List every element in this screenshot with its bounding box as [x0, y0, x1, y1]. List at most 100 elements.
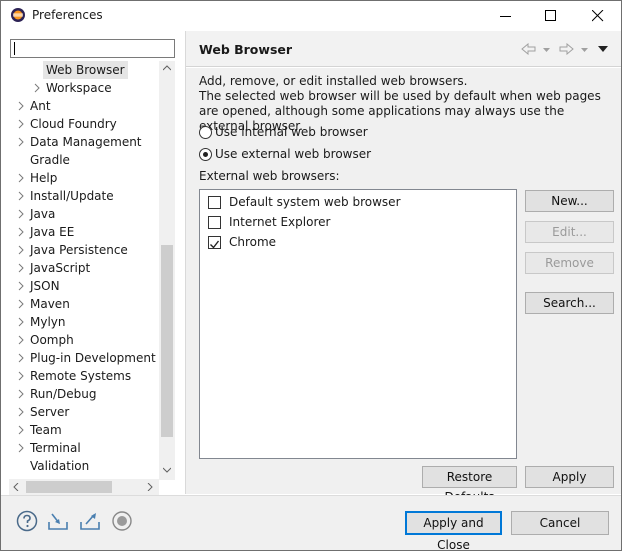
tree-item[interactable]: Team: [9, 421, 159, 439]
tree-item[interactable]: Remote Systems: [9, 367, 159, 385]
tree-item[interactable]: JavaScript: [9, 259, 159, 277]
tree-item[interactable]: Web Browser: [9, 61, 159, 79]
tree-item-label: JavaScript: [30, 261, 91, 275]
title-bar: Preferences: [1, 1, 621, 31]
export-icon[interactable]: [79, 510, 101, 532]
remove-button[interactable]: Remove: [525, 252, 614, 274]
import-icon[interactable]: [47, 510, 69, 532]
scroll-up-icon: [163, 65, 171, 71]
horizontal-scroll-thumb[interactable]: [26, 481, 112, 493]
tree-item[interactable]: Terminal: [9, 439, 159, 457]
filter-input[interactable]: [10, 39, 175, 58]
page-title: Web Browser: [199, 42, 293, 57]
radio-internal-browser[interactable]: Use internal web browser: [199, 124, 499, 140]
expand-arrow-icon[interactable]: [17, 259, 27, 277]
tree-item-label: Remote Systems: [30, 369, 132, 383]
tree-item[interactable]: Server: [9, 403, 159, 421]
tree-vertical-scrollbar[interactable]: [159, 61, 175, 480]
restore-defaults-button[interactable]: Restore Defaults: [422, 466, 517, 504]
expand-arrow-icon[interactable]: [33, 79, 43, 97]
forward-arrow-icon[interactable]: [558, 43, 574, 55]
tree-item[interactable]: Oomph: [9, 331, 159, 349]
expand-arrow-icon[interactable]: [17, 205, 27, 223]
tree-item[interactable]: Maven: [9, 295, 159, 313]
tree-item[interactable]: Gradle: [9, 151, 159, 169]
external-browsers-label: External web browsers:: [199, 169, 340, 183]
expand-arrow-icon[interactable]: [17, 313, 27, 331]
browser-checkbox[interactable]: [208, 196, 221, 209]
tree-horizontal-scrollbar[interactable]: [9, 479, 159, 495]
expand-arrow-icon[interactable]: [17, 439, 27, 457]
expand-arrow-icon[interactable]: [17, 223, 27, 241]
browser-checkbox[interactable]: [208, 236, 221, 249]
expand-arrow-icon[interactable]: [17, 349, 27, 367]
apply-button[interactable]: Apply: [525, 466, 614, 488]
tree-item[interactable]: Help: [9, 169, 159, 187]
expand-arrow-icon[interactable]: [17, 331, 27, 349]
radio-external-indicator[interactable]: [199, 148, 212, 161]
browser-name: Default system web browser: [229, 195, 401, 209]
vertical-scroll-thumb[interactable]: [161, 245, 173, 437]
expand-arrow-icon[interactable]: [17, 241, 27, 259]
minimize-icon: [500, 16, 511, 17]
expand-arrow-icon[interactable]: [17, 367, 27, 385]
expand-arrow-icon[interactable]: [17, 133, 27, 151]
view-menu-icon[interactable]: [598, 46, 608, 52]
checkmark-icon: [210, 240, 220, 249]
tree-item[interactable]: Java: [9, 205, 159, 223]
tree-item[interactable]: Java EE: [9, 223, 159, 241]
close-button[interactable]: [575, 1, 621, 31]
search-button[interactable]: Search...: [525, 292, 614, 314]
browser-list-item[interactable]: Chrome: [208, 233, 508, 251]
new-button[interactable]: New...: [525, 190, 614, 212]
browser-checkbox[interactable]: [208, 216, 221, 229]
tree-item-label: Cloud Foundry: [30, 117, 117, 131]
tree-item-label: Maven: [30, 297, 70, 311]
tree-item[interactable]: Install/Update: [9, 187, 159, 205]
cancel-button[interactable]: Cancel: [511, 511, 609, 535]
tree-item[interactable]: Validation: [9, 457, 159, 475]
tree-item-label: Java: [30, 207, 56, 221]
browser-list: Default system web browser Internet Explo…: [199, 189, 517, 459]
expand-arrow-icon[interactable]: [17, 295, 27, 313]
tree-item[interactable]: Java Persistence: [9, 241, 159, 259]
help-icon[interactable]: [16, 510, 38, 532]
browser-list-item[interactable]: Internet Explorer: [208, 213, 508, 231]
forward-dropdown-icon[interactable]: [581, 48, 588, 52]
expand-arrow-icon[interactable]: [17, 97, 27, 115]
expand-arrow-icon[interactable]: [17, 115, 27, 133]
tree-item[interactable]: Workspace: [9, 79, 159, 97]
edit-button[interactable]: Edit...: [525, 221, 614, 243]
tree-item[interactable]: Cloud Foundry: [9, 115, 159, 133]
radio-internal-indicator[interactable]: [199, 126, 212, 139]
tree-item-label: Server: [30, 405, 70, 419]
expand-arrow-icon[interactable]: [17, 385, 27, 403]
scroll-right-icon: [147, 483, 153, 491]
apply-and-close-button[interactable]: Apply and Close: [405, 511, 502, 552]
back-arrow-icon[interactable]: [521, 43, 537, 55]
tree-item[interactable]: Data Management: [9, 133, 159, 151]
expand-arrow-icon[interactable]: [17, 169, 27, 187]
minimize-button[interactable]: [483, 1, 529, 31]
tree-item-label: Java Persistence: [30, 243, 128, 257]
tree-item[interactable]: Ant: [9, 97, 159, 115]
tree-item[interactable]: JSON: [9, 277, 159, 295]
tree-item[interactable]: Mylyn: [9, 313, 159, 331]
browser-list-item[interactable]: Default system web browser: [208, 193, 508, 211]
radio-external-label: Use external web browser: [215, 147, 372, 161]
radio-external-browser[interactable]: Use external web browser: [199, 146, 499, 162]
expand-arrow-icon[interactable]: [17, 187, 27, 205]
tree-item[interactable]: Run/Debug: [9, 385, 159, 403]
record-icon[interactable]: [111, 510, 133, 532]
expand-arrow-icon[interactable]: [17, 277, 27, 295]
tree-item-label: Ant: [30, 99, 51, 113]
tree-item-label: Java EE: [30, 225, 75, 239]
radio-internal-label: Use internal web browser: [215, 125, 368, 139]
preference-tree: Web Browser Workspace Ant Cloud Foundry Data…: [9, 61, 175, 480]
window-title: Preferences: [32, 8, 103, 22]
expand-arrow-icon[interactable]: [17, 403, 27, 421]
expand-arrow-icon[interactable]: [17, 421, 27, 439]
maximize-button[interactable]: [528, 1, 574, 31]
tree-item[interactable]: Plug-in Development: [9, 349, 159, 367]
back-dropdown-icon[interactable]: [543, 48, 550, 52]
